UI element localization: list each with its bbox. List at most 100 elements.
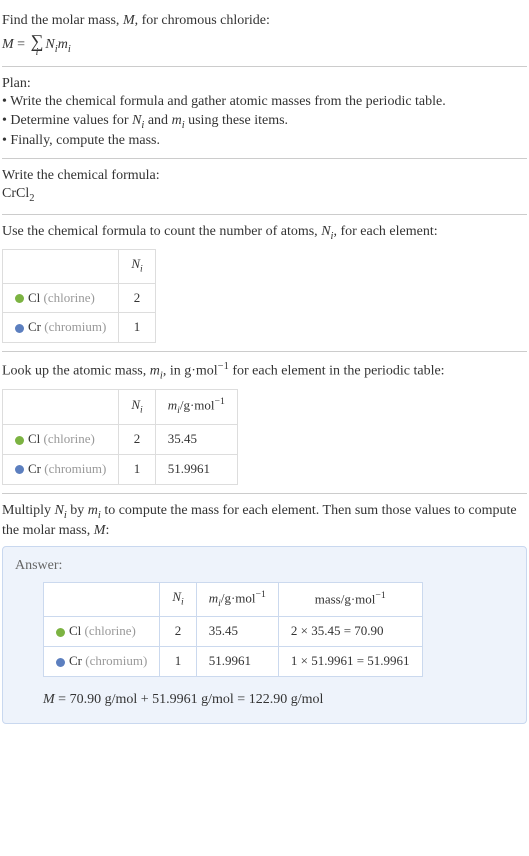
chem-formula: CrCl2: [2, 185, 527, 205]
table-row: Cl (chlorine) 2 35.45: [3, 424, 238, 454]
plan-section: Plan: • Write the chemical formula and g…: [2, 67, 527, 159]
col-n-header: Ni: [119, 250, 155, 283]
element-cell: Cl (chlorine): [3, 424, 119, 454]
m-cell: 35.45: [196, 617, 278, 647]
text: Multiply: [2, 503, 55, 518]
formula-base: CrCl: [2, 186, 29, 201]
table-row: Cr (chromium) 1: [3, 313, 156, 343]
exp: −1: [256, 589, 266, 600]
table-row: Cr (chromium) 1 51.9961: [3, 454, 238, 484]
chem-formula-section: Write the chemical formula: CrCl2: [2, 159, 527, 215]
table-row: Cl (chlorine) 2: [3, 283, 156, 313]
count-heading: Use the chemical formula to count the nu…: [2, 223, 527, 243]
text: , for chromous chloride:: [135, 13, 270, 28]
n-cell: 1: [119, 454, 155, 484]
formula-sub: 2: [29, 193, 34, 204]
var-M: M: [43, 692, 55, 707]
element-name: (chromium): [41, 461, 106, 476]
var-m: m: [58, 37, 68, 52]
var-M: M: [94, 523, 106, 538]
element-symbol: Cr: [28, 319, 41, 334]
equals: =: [14, 37, 29, 52]
element-symbol: Cl: [28, 290, 40, 305]
text: for each element in the periodic table:: [229, 364, 445, 379]
element-cell: Cr (chromium): [3, 313, 119, 343]
var-m: m: [168, 398, 177, 413]
answer-label: Answer:: [15, 557, 514, 575]
m-cell: 51.9961: [196, 647, 278, 677]
element-name: (chromium): [82, 653, 147, 668]
empty-header: [3, 390, 119, 425]
exp: −1: [215, 396, 225, 407]
sub-i: i: [140, 264, 143, 275]
element-cell: Cr (chromium): [44, 647, 160, 677]
element-symbol: Cr: [69, 653, 82, 668]
var-N: N: [131, 397, 140, 412]
element-symbol: Cr: [28, 461, 41, 476]
sub-i: i: [140, 405, 143, 416]
exp: −1: [375, 590, 385, 601]
n-cell: 1: [160, 647, 196, 677]
text: by: [67, 503, 88, 518]
dot-icon: [15, 436, 24, 445]
element-symbol: Cl: [28, 431, 40, 446]
var-m: m: [150, 364, 160, 379]
element-cell: Cr (chromium): [3, 454, 119, 484]
n-cell: 1: [119, 313, 155, 343]
intro-section: Find the molar mass, M, for chromous chl…: [2, 4, 527, 67]
empty-header: [44, 582, 160, 617]
text: Use the chemical formula to count the nu…: [2, 224, 321, 239]
text: Find the molar mass,: [2, 13, 123, 28]
var-N: N: [321, 224, 330, 239]
table-header-row: Ni mi/g·mol−1: [3, 390, 238, 425]
m-cell: 51.9961: [155, 454, 237, 484]
dot-icon: [56, 628, 65, 637]
table-header-row: Ni: [3, 250, 156, 283]
unit: mass/g·mol: [315, 592, 376, 607]
text: :: [105, 523, 109, 538]
var-N: N: [131, 256, 140, 271]
chem-formula-heading: Write the chemical formula:: [2, 167, 527, 185]
m-cell: 35.45: [155, 424, 237, 454]
sigma-sub: i: [36, 48, 39, 58]
plan-bullet-3: • Finally, compute the mass.: [2, 132, 527, 150]
element-name: (chlorine): [40, 431, 95, 446]
col-n-header: Ni: [119, 390, 155, 425]
plan-bullet-2: • Determine values for Ni and mi using t…: [2, 112, 527, 132]
final-rhs: = 70.90 g/mol + 51.9961 g/mol = 122.90 g…: [55, 692, 324, 707]
var-m: m: [88, 503, 98, 518]
dot-icon: [15, 324, 24, 333]
col-m-header: mi/g·mol−1: [155, 390, 237, 425]
plan-heading: Plan:: [2, 75, 527, 93]
empty-header: [3, 250, 119, 283]
var-m: m: [172, 113, 182, 128]
n-cell: 2: [119, 424, 155, 454]
element-cell: Cl (chlorine): [44, 617, 160, 647]
col-n-header: Ni: [160, 582, 196, 617]
table-row: Cl (chlorine) 2 35.45 2 × 35.45 = 70.90: [44, 617, 423, 647]
multiply-section: Multiply Ni by mi to compute the mass fo…: [2, 494, 527, 732]
sub-i: i: [68, 44, 71, 55]
col-m-header: mi/g·mol−1: [196, 582, 278, 617]
var-N: N: [55, 503, 64, 518]
mass-table: Ni mi/g·mol−1 Cl (chlorine) 2 35.45 Cr (…: [2, 389, 238, 484]
text: Look up the atomic mass,: [2, 364, 150, 379]
intro-line1: Find the molar mass, M, for chromous chl…: [2, 12, 527, 30]
n-cell: 2: [119, 283, 155, 313]
text: using these items.: [185, 113, 288, 128]
element-cell: Cl (chlorine): [3, 283, 119, 313]
multiply-text: Multiply Ni by mi to compute the mass fo…: [2, 502, 527, 541]
element-name: (chlorine): [81, 623, 136, 638]
final-formula: M = 70.90 g/mol + 51.9961 g/mol = 122.90…: [43, 691, 514, 709]
molar-mass-formula: M = ∑iNimi: [2, 32, 527, 58]
mass-heading: Look up the atomic mass, mi, in g·mol−1 …: [2, 360, 527, 383]
mass-section: Look up the atomic mass, mi, in g·mol−1 …: [2, 352, 527, 493]
table-row: Cr (chromium) 1 51.9961 1 × 51.9961 = 51…: [44, 647, 423, 677]
col-mass-header: mass/g·mol−1: [278, 582, 422, 617]
sigma-operator: ∑i: [31, 32, 44, 58]
dot-icon: [56, 658, 65, 667]
element-name: (chromium): [41, 319, 106, 334]
unit: /g·mol: [180, 398, 215, 413]
count-table: Ni Cl (chlorine) 2 Cr (chromium) 1: [2, 249, 156, 343]
plan-bullet-1: • Write the chemical formula and gather …: [2, 93, 527, 111]
